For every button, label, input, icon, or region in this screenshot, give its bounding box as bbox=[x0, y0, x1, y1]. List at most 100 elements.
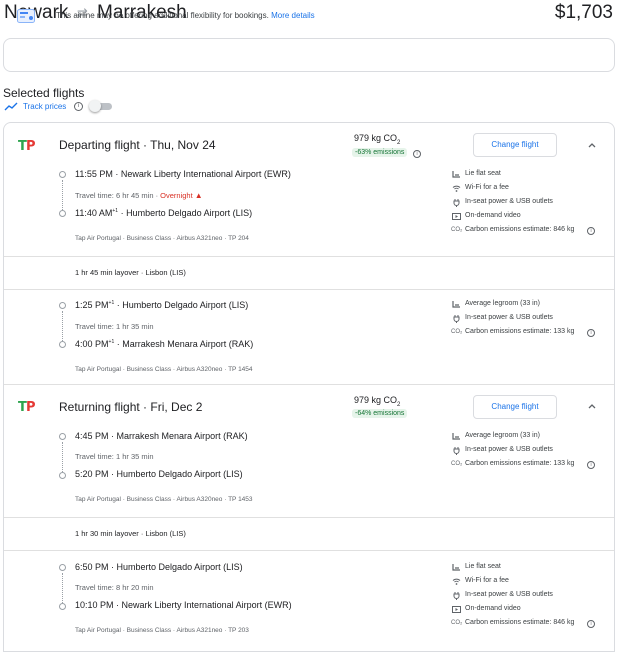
amenity-wifi: Wi-Fi for a fee bbox=[465, 184, 509, 191]
timeline-dot bbox=[59, 341, 66, 348]
divider bbox=[4, 289, 614, 290]
layover-info: 1 hr 45 min layover · Lisbon (LIS) bbox=[75, 268, 186, 277]
ticket-icon bbox=[17, 9, 35, 23]
dep-airport: Humberto Delgado Airport (LIS) bbox=[116, 562, 243, 572]
warning-icon: ▲ bbox=[194, 191, 203, 200]
timeline-dot bbox=[59, 171, 66, 178]
info-icon[interactable]: i bbox=[587, 329, 595, 337]
day-offset: +1 bbox=[108, 339, 115, 345]
more-details-link[interactable]: More details bbox=[271, 11, 315, 20]
departure-stop: 11:55 PM · Newark Liberty International … bbox=[75, 169, 291, 179]
co2-subscript: 2 bbox=[397, 139, 401, 146]
amenity-carbon: Carbon emissions estimate: 133 kg bbox=[465, 460, 575, 467]
timeline-dot bbox=[59, 433, 66, 440]
amenity-power: In-seat power & USB outlets bbox=[465, 198, 553, 205]
travel-time-text: Travel time: 6 hr 45 min bbox=[75, 191, 154, 200]
dep-airport: Humberto Delgado Airport (LIS) bbox=[122, 300, 249, 310]
trending-icon bbox=[4, 102, 18, 111]
arr-airport: Newark Liberty International Airport (EW… bbox=[121, 600, 292, 610]
departing-date: Thu, Nov 24 bbox=[150, 138, 216, 152]
change-departing-flight-button[interactable]: Change flight bbox=[473, 133, 557, 157]
travel-time: Travel time: 1 hr 35 min bbox=[75, 452, 154, 461]
info-icon[interactable]: i bbox=[413, 150, 421, 158]
travel-time: Travel time: 6 hr 45 min · Overnight ▲ bbox=[75, 191, 203, 200]
flexibility-banner bbox=[3, 38, 615, 72]
overnight-label: Overnight bbox=[160, 191, 193, 200]
amenity-video: On-demand video bbox=[465, 212, 521, 219]
selected-flights-heading: Selected flights bbox=[3, 86, 85, 100]
chevron-up-icon[interactable] bbox=[587, 140, 597, 150]
co2-subscript: 2 bbox=[397, 401, 401, 408]
arr-time: 11:40 AM bbox=[75, 208, 113, 218]
day-offset: +1 bbox=[112, 208, 119, 214]
amenity-power: In-seat power & USB outlets bbox=[465, 314, 553, 321]
info-icon[interactable]: i bbox=[587, 461, 595, 469]
arrival-stop: 5:20 PM · Humberto Delgado Airport (LIS) bbox=[75, 469, 243, 479]
flight-meta: Tap Air Portugal · Business Class · Airb… bbox=[75, 627, 249, 634]
departing-title-text: Departing flight bbox=[59, 138, 140, 152]
arrival-stop: 4:00 PM+1 · Marrakesh Menara Airport (RA… bbox=[75, 339, 254, 349]
info-icon[interactable]: i bbox=[74, 102, 83, 111]
amenity-legroom: Average legroom (33 in) bbox=[465, 432, 540, 439]
toggle-knob[interactable] bbox=[89, 100, 101, 112]
wifi-icon bbox=[452, 578, 461, 585]
amenity-video: On-demand video bbox=[465, 605, 521, 612]
departure-stop: 6:50 PM · Humberto Delgado Airport (LIS) bbox=[75, 562, 243, 572]
timeline-dot bbox=[59, 603, 66, 610]
arrival-stop: 10:10 PM · Newark Liberty International … bbox=[75, 600, 292, 610]
seat-icon bbox=[452, 564, 460, 571]
dep-time: 6:50 PM bbox=[75, 562, 109, 572]
tap-air-portugal-logo: T P bbox=[18, 400, 36, 413]
amenity-wifi: Wi-Fi for a fee bbox=[465, 577, 509, 584]
divider bbox=[4, 550, 614, 551]
chevron-up-icon[interactable] bbox=[587, 401, 597, 411]
day-offset: +1 bbox=[108, 300, 115, 306]
timeline-line bbox=[62, 442, 63, 472]
co2-icon: CO₂ bbox=[451, 227, 463, 233]
divider bbox=[4, 256, 614, 257]
co2-icon: CO₂ bbox=[451, 620, 463, 626]
emissions-badge: -63% emissions bbox=[352, 148, 408, 157]
layover-info: 1 hr 30 min layover · Lisbon (LIS) bbox=[75, 529, 186, 538]
arr-time: 4:00 PM bbox=[75, 339, 109, 349]
departing-co2: 979 kg CO2 bbox=[354, 133, 400, 146]
emissions-badge: -64% emissions bbox=[352, 409, 408, 418]
total-price: $1,703 bbox=[554, 2, 613, 23]
departing-flight-title: Departing flight · Thu, Nov 24 bbox=[59, 138, 216, 152]
arr-time: 10:10 PM bbox=[75, 600, 114, 610]
amenity-lie-flat: Lie flat seat bbox=[465, 563, 501, 570]
arr-airport: Marrakesh Menara Airport (RAK) bbox=[122, 339, 254, 349]
co2-value: 979 kg CO bbox=[354, 133, 398, 143]
timeline-line bbox=[62, 180, 63, 210]
timeline-dot bbox=[59, 564, 66, 571]
co2-icon: CO₂ bbox=[451, 461, 463, 467]
section-divider bbox=[4, 384, 614, 385]
legroom-icon bbox=[452, 433, 460, 440]
dep-airport: Newark Liberty International Airport (EW… bbox=[120, 169, 291, 179]
banner-message: This airline may be offering additional … bbox=[56, 11, 269, 20]
flight-meta: Tap Air Portugal · Business Class · Airb… bbox=[75, 496, 253, 503]
flight-meta: Tap Air Portugal · Business Class · Airb… bbox=[75, 235, 249, 242]
legroom-icon bbox=[452, 301, 460, 308]
change-returning-flight-button[interactable]: Change flight bbox=[473, 395, 557, 419]
co2-value: 979 kg CO bbox=[354, 395, 398, 405]
dep-time: 4:45 PM bbox=[75, 431, 109, 441]
info-icon[interactable]: i bbox=[587, 620, 595, 628]
banner-text: This airline may be offering additional … bbox=[56, 11, 315, 20]
arr-airport: Humberto Delgado Airport (LIS) bbox=[126, 208, 253, 218]
info-icon[interactable]: i bbox=[587, 227, 595, 235]
flight-meta: Tap Air Portugal · Business Class · Airb… bbox=[75, 366, 253, 373]
amenity-carbon: Carbon emissions estimate: 846 kg bbox=[465, 226, 575, 233]
amenity-power: In-seat power & USB outlets bbox=[465, 591, 553, 598]
power-plug-icon bbox=[453, 447, 460, 455]
amenity-carbon: Carbon emissions estimate: 846 kg bbox=[465, 619, 575, 626]
amenity-legroom: Average legroom (33 in) bbox=[465, 300, 540, 307]
timeline-line bbox=[62, 573, 63, 603]
video-icon bbox=[452, 606, 461, 613]
arrival-stop: 11:40 AM+1 · Humberto Delgado Airport (L… bbox=[75, 208, 253, 218]
tap-air-portugal-logo: T P bbox=[18, 139, 36, 152]
power-plug-icon bbox=[453, 315, 460, 323]
returning-flight-title: Returning flight · Fri, Dec 2 bbox=[59, 400, 203, 414]
timeline-dot bbox=[59, 472, 66, 479]
arr-time: 5:20 PM bbox=[75, 469, 109, 479]
